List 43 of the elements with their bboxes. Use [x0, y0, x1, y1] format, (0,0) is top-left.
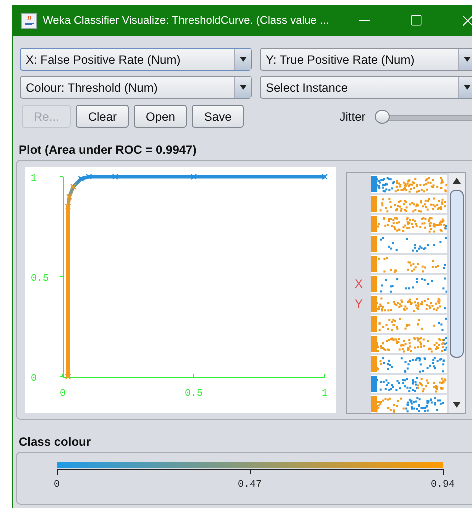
caret-icon — [240, 57, 246, 62]
point-marker — [78, 176, 84, 182]
jitter-label: Jitter — [340, 110, 366, 124]
toolbar-button[interactable]: Clear — [76, 105, 130, 128]
caret-icon — [240, 85, 246, 90]
y-tick-label: 1 — [31, 174, 38, 185]
dropdown[interactable]: Select Instance — [260, 76, 472, 99]
point-marker — [322, 174, 328, 180]
toolbar-button[interactable]: Save — [192, 105, 244, 128]
toolbar-button[interactable]: Open — [134, 105, 188, 128]
dropdown[interactable]: X: False Positive Rate (Num) — [20, 48, 252, 71]
point-marker — [65, 374, 72, 380]
y-tick-label: 0.5 — [31, 274, 50, 285]
legend-title: Class colour — [18, 434, 92, 451]
minimize-icon — [358, 20, 370, 21]
up-arrow-icon[interactable] — [453, 178, 461, 184]
slider-thumb[interactable] — [374, 110, 390, 124]
axis-marker: X — [354, 277, 363, 292]
dropdown[interactable]: Y: True Positive Rate (Num) — [260, 48, 472, 71]
caret-icon — [464, 57, 470, 62]
scale-label: 0.47 — [238, 480, 262, 491]
maximize-icon — [410, 14, 422, 27]
scrollbar-thumb[interactable] — [450, 190, 464, 358]
x-tick-label: 0.5 — [185, 389, 203, 400]
scale-label: 0.94 — [431, 480, 455, 491]
scrollbar[interactable] — [449, 173, 465, 413]
x-tick-label: 1 — [322, 389, 328, 400]
down-arrow-icon[interactable] — [453, 402, 461, 408]
point-marker — [65, 204, 72, 210]
window-title: Weka Classifier Visualize: ThresholdCurve. (Class value ... — [43, 14, 330, 26]
point-marker — [86, 174, 92, 180]
plot-title: Plot (Area under ROC = 0.9947) — [18, 142, 198, 159]
dropdown[interactable]: Colour: Threshold (Num) — [20, 76, 252, 99]
point-marker — [66, 194, 73, 200]
point-marker — [70, 184, 76, 190]
caret-icon — [464, 85, 470, 90]
axis-marker: Y — [354, 296, 363, 311]
point-marker — [112, 174, 118, 180]
x-tick-label: 0 — [60, 389, 66, 400]
cup-icon — [21, 12, 37, 28]
y-tick-label: 0 — [31, 374, 38, 385]
scale-label: 0 — [54, 480, 60, 491]
point-marker — [191, 174, 197, 180]
